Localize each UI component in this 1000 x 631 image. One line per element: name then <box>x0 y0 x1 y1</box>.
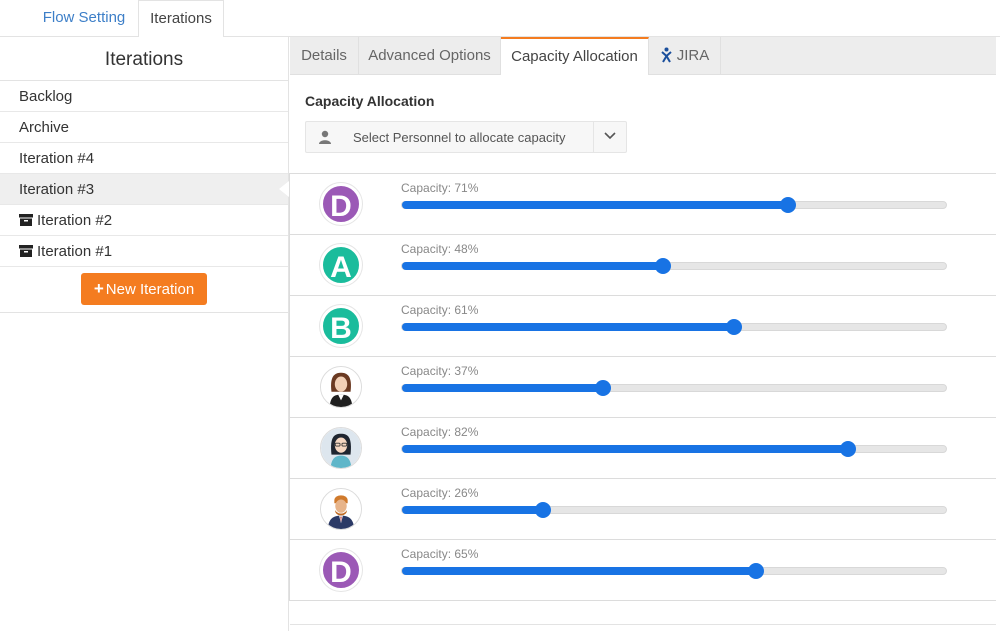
capacity-label: Capacity: 26% <box>401 486 479 500</box>
slider-handle[interactable] <box>595 380 612 396</box>
capacity-row: D Capacity: 71% <box>289 174 996 235</box>
slider-fill <box>402 201 789 209</box>
avatar <box>320 427 362 469</box>
avatar: A <box>320 244 362 286</box>
personnel-select-placeholder: Select Personnel to allocate capacity <box>353 130 566 145</box>
capacity-rows: D Capacity: 71% A Capacity: 48% B Capacity: 6… <box>289 173 996 601</box>
top-tabs: Flow Setting Iterations <box>0 0 1000 38</box>
plus-icon: + <box>93 279 104 298</box>
tab-jira-label: JIRA <box>676 47 710 64</box>
capacity-slider[interactable] <box>401 197 947 213</box>
sidebar-item-label: Archive <box>19 119 70 136</box>
archive-icon <box>19 245 33 257</box>
capacity-row: D Capacity: 65% <box>289 540 996 601</box>
slider-handle[interactable] <box>747 563 764 579</box>
capacity-slider[interactable] <box>401 319 947 335</box>
tab-advanced-options[interactable]: Advanced Options <box>359 37 501 75</box>
sidebar-item-5[interactable]: Iteration #1 <box>0 236 288 267</box>
tab-flow-setting[interactable]: Flow Setting <box>30 0 138 37</box>
capacity-label: Capacity: 48% <box>401 242 479 256</box>
capacity-slider[interactable] <box>401 258 947 274</box>
panel-divider <box>290 624 996 625</box>
capacity-label: Capacity: 82% <box>401 425 479 439</box>
capacity-row: Capacity: 82% <box>289 418 996 479</box>
capacity-label: Capacity: 65% <box>401 547 479 561</box>
slider-fill <box>402 567 756 575</box>
capacity-slider[interactable] <box>401 563 947 579</box>
avatar: D <box>320 183 362 225</box>
slider-fill <box>402 384 604 392</box>
sidebar-item-label: Iteration #4 <box>19 150 95 167</box>
avatar: B <box>320 305 362 347</box>
new-iteration-button[interactable]: + New Iteration <box>81 273 207 305</box>
sidebar-item-4[interactable]: Iteration #2 <box>0 205 288 236</box>
slider-fill <box>402 506 544 514</box>
sidebar-item-0[interactable]: Backlog <box>0 81 288 112</box>
user-icon <box>319 130 331 144</box>
tab-capacity-allocation[interactable]: Capacity Allocation <box>501 37 649 76</box>
slider-handle[interactable] <box>725 319 742 335</box>
avatar <box>320 366 362 408</box>
tab-iterations[interactable]: Iterations <box>138 0 224 38</box>
archive-icon <box>19 214 33 226</box>
sidebar-item-label: Iteration #2 <box>37 212 113 229</box>
tab-jira[interactable]: JIRA <box>649 37 721 75</box>
slider-handle[interactable] <box>535 502 552 518</box>
sidebar-item-2[interactable]: Iteration #4 <box>0 143 288 174</box>
capacity-row: B Capacity: 61% <box>289 296 996 357</box>
capacity-row: Capacity: 26% <box>289 479 996 540</box>
sidebar-item-label: Backlog <box>19 88 73 105</box>
panel-tabs: Details Advanced Options Capacity Alloca… <box>290 37 996 76</box>
slider-handle[interactable] <box>780 197 797 213</box>
capacity-slider[interactable] <box>401 502 947 518</box>
capacity-label: Capacity: 61% <box>401 303 479 317</box>
slider-fill <box>402 445 849 453</box>
capacity-row: A Capacity: 48% <box>289 235 996 296</box>
tab-details[interactable]: Details <box>290 37 359 75</box>
slider-handle[interactable] <box>655 258 672 274</box>
iterations-sidebar: Iterations Backlog Archive Iteration #4 Ite… <box>0 37 289 631</box>
capacity-row: Capacity: 37% <box>289 357 996 418</box>
capacity-heading: Capacity Allocation <box>305 93 435 109</box>
slider-fill <box>402 262 664 270</box>
slider-fill <box>402 323 734 331</box>
avatar: D <box>320 549 362 591</box>
capacity-slider[interactable] <box>401 441 947 457</box>
iteration-list: Backlog Archive Iteration #4 Iteration #3 It… <box>0 81 289 267</box>
slider-handle[interactable] <box>840 441 857 457</box>
personnel-select-toggle[interactable] <box>593 122 626 152</box>
sidebar-title: Iterations <box>0 37 288 81</box>
personnel-select[interactable]: Select Personnel to allocate capacity <box>305 121 627 153</box>
chevron-down-icon <box>604 132 616 140</box>
sidebar-item-label: Iteration #3 <box>19 181 95 198</box>
new-iteration-label: New Iteration <box>105 281 195 298</box>
new-iteration-area: + New Iteration <box>0 267 288 313</box>
sidebar-item-3[interactable]: Iteration #3 <box>0 174 289 205</box>
sidebar-item-label: Iteration #1 <box>37 243 113 260</box>
capacity-label: Capacity: 37% <box>401 364 479 378</box>
sidebar-item-1[interactable]: Archive <box>0 112 288 143</box>
avatar <box>320 488 362 530</box>
capacity-panel: Capacity Allocation Select Personnel to … <box>289 75 996 631</box>
jira-icon <box>661 47 672 63</box>
capacity-slider[interactable] <box>401 380 947 396</box>
capacity-label: Capacity: 71% <box>401 181 479 195</box>
